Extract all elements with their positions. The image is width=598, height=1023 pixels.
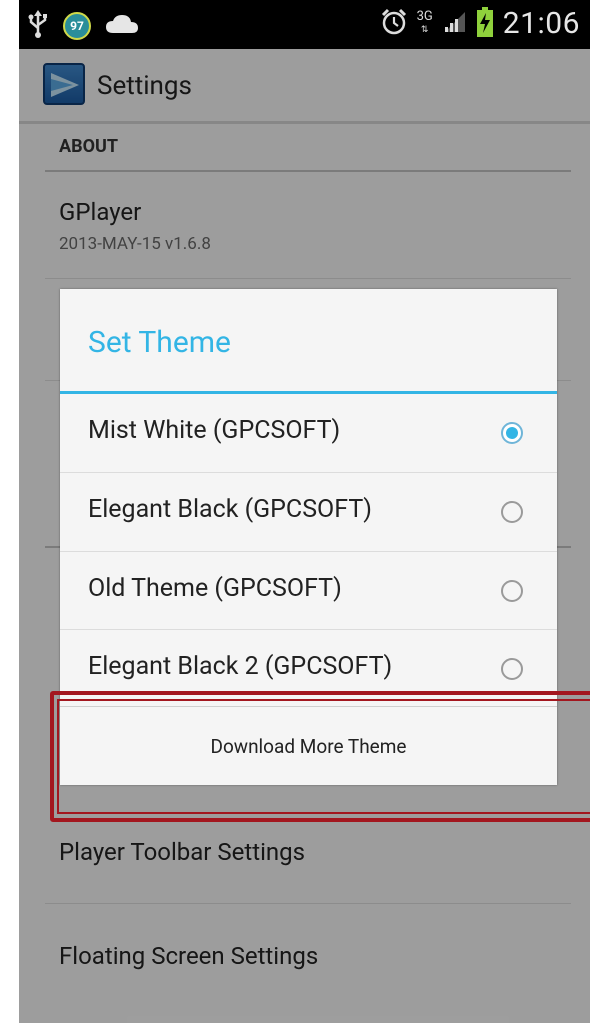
notification-badge: 97 <box>63 12 91 40</box>
dialog-title: Set Theme <box>88 325 231 360</box>
battery-charging-icon <box>476 6 493 41</box>
phone-screen: 97 3G ⇅ 21:06 Settings ABOUT GPlayer 201… <box>19 0 590 1023</box>
radio-selected-icon[interactable] <box>501 422 523 444</box>
theme-option-label: Elegant Black 2 (GPCSOFT) <box>88 652 393 681</box>
theme-option-old-theme[interactable]: Old Theme (GPCSOFT) <box>60 552 557 630</box>
usb-icon <box>27 10 49 42</box>
radio-unselected-icon[interactable] <box>501 658 523 680</box>
radio-unselected-icon[interactable] <box>501 501 523 523</box>
clock: 21:06 <box>502 6 580 41</box>
theme-option-label: Old Theme (GPCSOFT) <box>88 574 342 603</box>
highlight-box-inner <box>57 699 590 814</box>
theme-option-label: Mist White (GPCSOFT) <box>88 416 341 445</box>
cloud-icon <box>105 13 139 39</box>
radio-unselected-icon[interactable] <box>501 580 523 602</box>
signal-icon <box>443 10 467 38</box>
theme-option-label: Elegant Black (GPCSOFT) <box>88 495 372 524</box>
theme-option-elegant-black[interactable]: Elegant Black (GPCSOFT) <box>60 473 557 551</box>
network-type: 3G ⇅ <box>416 9 433 35</box>
status-bar: 97 3G ⇅ 21:06 <box>19 0 590 49</box>
theme-option-mist-white[interactable]: Mist White (GPCSOFT) <box>60 394 557 472</box>
alarm-icon <box>381 8 407 40</box>
